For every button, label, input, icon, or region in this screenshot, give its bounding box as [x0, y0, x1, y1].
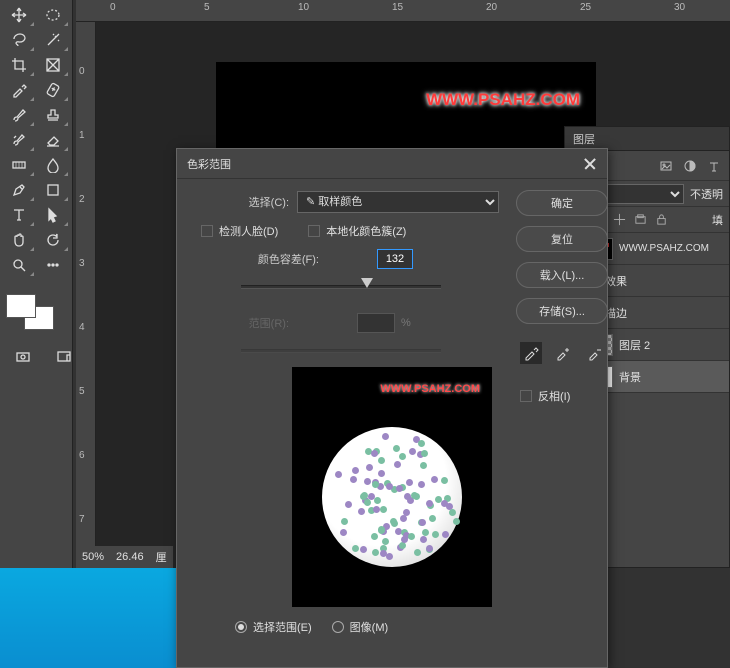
opacity-label: 不透明 — [690, 186, 723, 202]
eyedropper-add-icon[interactable] — [552, 342, 574, 364]
fuzziness-label: 颜色容差(F): — [191, 251, 327, 267]
layer-label: 图层 2 — [619, 337, 650, 353]
history-brush-tool[interactable] — [2, 127, 35, 152]
dialog-title: 色彩范围 — [187, 156, 231, 172]
stroke-label: 描边 — [605, 305, 627, 321]
taskbar — [0, 568, 176, 668]
preview-sphere — [322, 427, 462, 567]
move-tool[interactable] — [2, 2, 35, 27]
blur-tool[interactable] — [36, 152, 69, 177]
doc-size: 26.46 — [116, 551, 144, 563]
toolbox — [0, 0, 73, 568]
fuzziness-input[interactable] — [377, 249, 413, 269]
preview-box[interactable]: WWW.PSAHZ.COM — [292, 367, 492, 607]
quickmask-toggle[interactable] — [6, 344, 39, 369]
path-select-tool[interactable] — [36, 202, 69, 227]
radio-selection[interactable]: 选择范围(E) — [235, 619, 312, 635]
foreground-swatch[interactable] — [6, 294, 36, 318]
brush-tool[interactable] — [2, 102, 35, 127]
eyedropper-sub-icon[interactable] — [584, 342, 606, 364]
invert-checkbox[interactable]: 反相(I) — [516, 388, 608, 404]
load-button[interactable]: 载入(L)... — [516, 262, 608, 288]
rotate-tool[interactable] — [36, 227, 69, 252]
shape-tool[interactable] — [36, 177, 69, 202]
fuzziness-slider[interactable] — [241, 279, 441, 299]
eraser-tool[interactable] — [36, 127, 69, 152]
fill-label: 填 — [712, 212, 723, 228]
range-slider — [241, 343, 441, 363]
lock-move-icon[interactable] — [613, 213, 626, 226]
healing-tool[interactable] — [36, 77, 69, 102]
zoom-level[interactable]: 50% — [82, 551, 104, 563]
pen-tool[interactable] — [2, 177, 35, 202]
zoom-tool[interactable] — [2, 252, 35, 277]
preview-watermark: WWW.PSAHZ.COM — [380, 383, 480, 395]
lock-all-icon[interactable] — [655, 213, 668, 226]
local-clusters-checkbox[interactable]: 本地化颜色簇(Z) — [308, 223, 406, 239]
reset-button[interactable]: 复位 — [516, 226, 608, 252]
wand-tool[interactable] — [36, 27, 69, 52]
range-input — [357, 313, 395, 333]
detect-faces-checkbox: 检测人脸(D) — [201, 223, 278, 239]
stamp-tool[interactable] — [36, 102, 69, 127]
select-label: 选择(C): — [191, 194, 297, 210]
gradient-tool[interactable] — [2, 152, 35, 177]
doc-unit: 厘 — [156, 549, 167, 565]
ok-button[interactable]: 确定 — [516, 190, 608, 216]
lasso-tool[interactable] — [2, 27, 35, 52]
hand-tool[interactable] — [2, 227, 35, 252]
eyedropper-tool[interactable] — [2, 77, 35, 102]
more-tools[interactable] — [36, 252, 69, 277]
save-button[interactable]: 存储(S)... — [516, 298, 608, 324]
range-label: 范围(R): — [191, 315, 297, 331]
status-bar: 50% 26.46 厘 — [76, 546, 173, 568]
color-swatches[interactable] — [6, 294, 56, 334]
ruler-horizontal: 0 5 10 15 20 25 30 — [76, 0, 730, 22]
frame-tool[interactable] — [36, 52, 69, 77]
close-icon[interactable] — [581, 155, 599, 173]
eyedropper-icon[interactable] — [520, 342, 542, 364]
screenmode-toggle[interactable] — [47, 344, 80, 369]
lock-nest-icon[interactable] — [634, 213, 647, 226]
ruler-vertical: 0 1 2 3 4 5 6 7 — [76, 22, 96, 568]
layer-label: WWW.PSAHZ.COM — [619, 243, 709, 254]
radio-image[interactable]: 图像(M) — [332, 619, 389, 635]
marquee-tool[interactable] — [36, 2, 69, 27]
select-dropdown[interactable]: ✎ 取样颜色 — [297, 191, 499, 213]
crop-tool[interactable] — [2, 52, 35, 77]
fx-label: 效果 — [605, 273, 627, 289]
watermark-text: WWW.PSAHZ.COM — [426, 90, 580, 110]
layer-label: 背景 — [619, 369, 641, 385]
type-tool[interactable] — [2, 202, 35, 227]
